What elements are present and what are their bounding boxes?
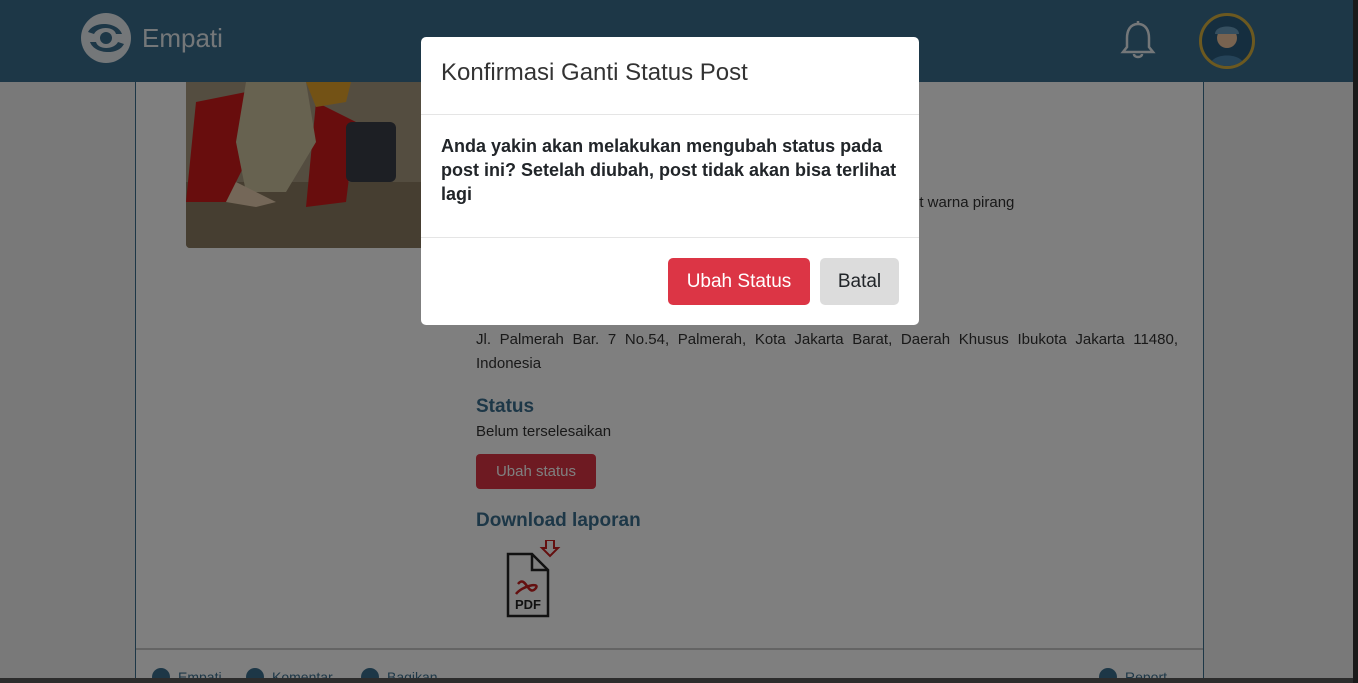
modal-footer: Ubah Status Batal: [421, 238, 919, 324]
modal-body: Anda yakin akan melakukan mengubah statu…: [421, 115, 919, 238]
confirm-status-modal: Konfirmasi Ganti Status Post Anda yakin …: [421, 37, 919, 325]
modal-header: Konfirmasi Ganti Status Post: [421, 37, 919, 115]
window-edge: [1353, 0, 1358, 683]
confirm-change-status-button[interactable]: Ubah Status: [668, 258, 810, 305]
modal-title: Konfirmasi Ganti Status Post: [441, 59, 748, 86]
taskbar-edge: [0, 678, 1353, 683]
cancel-button[interactable]: Batal: [820, 258, 899, 305]
